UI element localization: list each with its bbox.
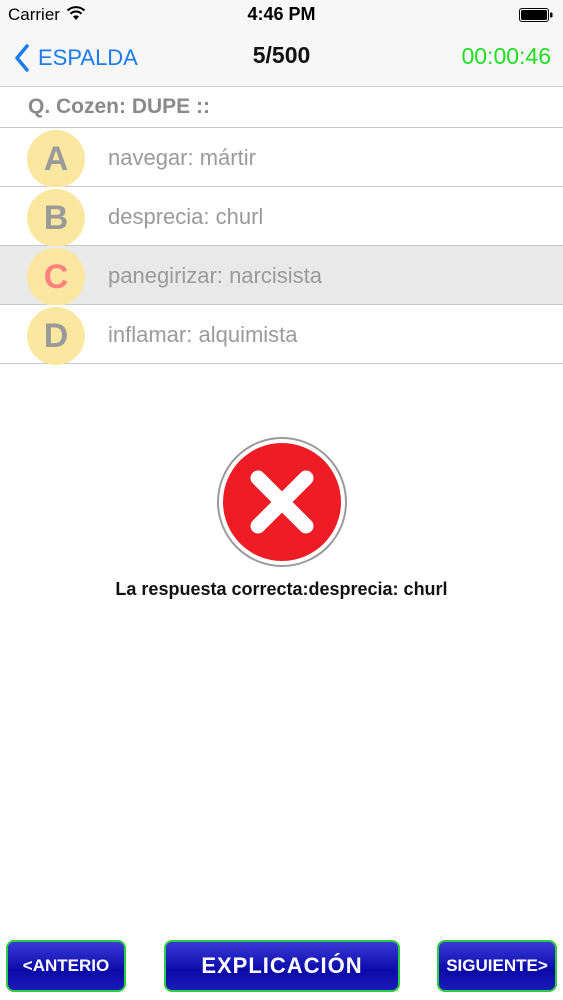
option-letter-badge: B bbox=[27, 189, 85, 247]
option-text: inflamar: alquimista bbox=[108, 322, 298, 347]
elapsed-timer: 00:00:46 bbox=[461, 43, 551, 69]
correct-answer-message: La respuesta correcta:desprecia: churl bbox=[115, 579, 448, 599]
option-c[interactable]: C panegirizar: narcisista bbox=[0, 246, 563, 306]
option-letter-badge: D bbox=[27, 307, 85, 365]
option-d[interactable]: D inflamar: alquimista bbox=[0, 305, 563, 365]
option-text: navegar: mártir bbox=[108, 145, 256, 170]
option-text: panegirizar: narcisista bbox=[108, 263, 322, 288]
answer-options: A navegar: mártir B desprecia: churl C p… bbox=[0, 128, 563, 365]
battery-icon bbox=[519, 8, 553, 22]
previous-button[interactable]: <ANTERIO bbox=[6, 940, 126, 992]
status-bar: Carrier 4:46 PM bbox=[0, 0, 563, 30]
option-b[interactable]: B desprecia: churl bbox=[0, 187, 563, 247]
status-time: 4:46 PM bbox=[247, 4, 316, 24]
question-row: Q. Cozen: DUPE :: bbox=[0, 87, 563, 128]
question-text: Q. Cozen: DUPE :: bbox=[28, 95, 210, 118]
quiz-screen: Carrier 4:46 PM ESPALDA 5/500 00:00:46 Q… bbox=[0, 0, 563, 1000]
explanation-button[interactable]: EXPLICACIÓN bbox=[164, 940, 400, 992]
nav-bar: ESPALDA 5/500 00:00:46 bbox=[0, 30, 563, 87]
next-button[interactable]: SIGUIENTE> bbox=[437, 940, 557, 992]
wrong-x-icon bbox=[217, 437, 347, 567]
option-text: desprecia: churl bbox=[108, 204, 264, 229]
option-a[interactable]: A navegar: mártir bbox=[0, 128, 563, 188]
option-letter-badge: A bbox=[27, 130, 85, 188]
option-letter-badge: C bbox=[27, 248, 85, 306]
